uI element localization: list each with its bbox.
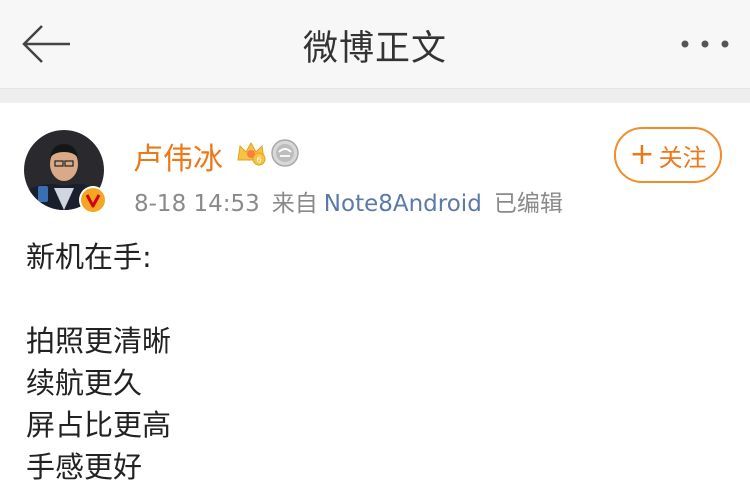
author-name[interactable]: 卢伟冰 [133,134,223,178]
post-time: 8-18 14:53 [134,191,260,217]
more-dots-icon[interactable] [678,30,732,58]
medal-icon [271,139,299,167]
svg-text:6: 6 [257,156,262,165]
page-title: 微博正文 [302,29,447,69]
edited-label: 已编辑 [493,191,563,217]
post-line: 拍照更清晰 [26,324,172,358]
post-content: 新机在手: 拍照更清晰 续航更久 屏占比更高 手感更好 [26,236,171,488]
post-meta: 8-18 14:53 来自 Note8Android 已编辑 [134,184,575,218]
post-line: 屏占比更高 [26,408,172,442]
follow-label: 关注 [658,143,707,172]
verified-v-icon [79,186,107,214]
source-link[interactable]: Note8Android [324,191,482,217]
source-prefix: 来自 [271,191,318,217]
post-line: 续航更久 [26,366,143,400]
top-bar: 微博正文 [0,0,750,88]
section-divider [0,88,750,103]
crown-level-icon: 6 [237,141,266,166]
post-intro: 新机在手: [26,240,152,274]
plus-icon: + [629,137,655,172]
follow-button[interactable]: + 关注 [614,127,722,183]
post-line: 手感更好 [26,450,143,484]
